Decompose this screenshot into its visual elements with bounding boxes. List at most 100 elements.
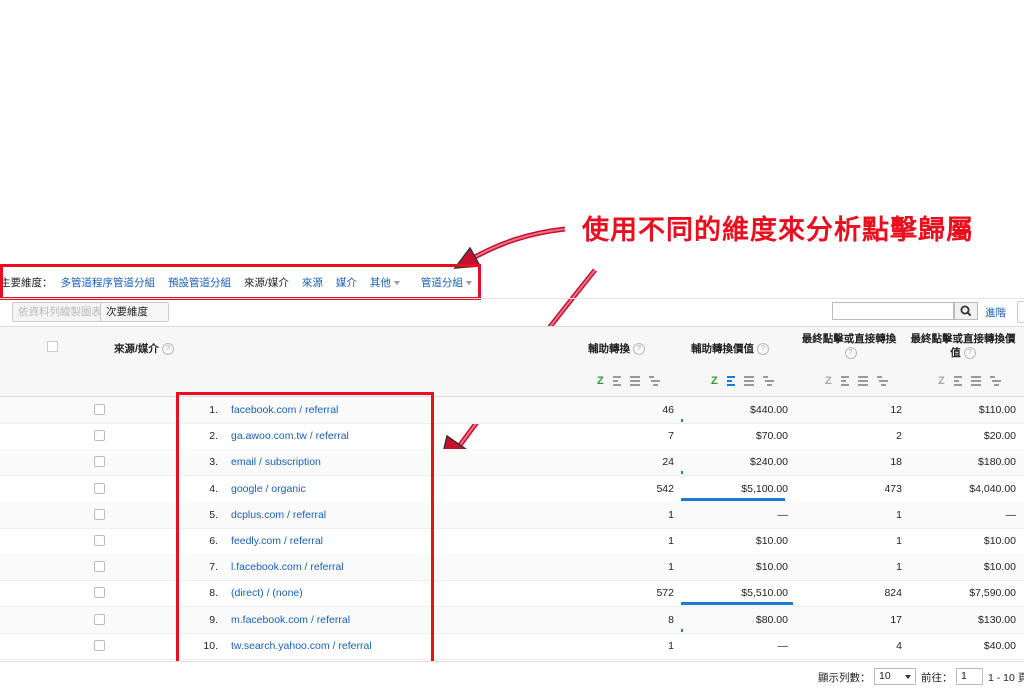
value-bar	[681, 628, 683, 632]
col-assisted-conversions-label: 輔助轉換	[588, 343, 630, 355]
col-last-click-value-label: 最終點擊或直接轉換價值	[910, 333, 1016, 359]
assisted-value: $240.00	[750, 456, 788, 469]
assisted-value: $80.00	[755, 613, 788, 626]
table-row: 3. email / subscription 24 $240.00 18 $180.00	[0, 449, 1024, 477]
assisted-conversions-value: 1	[668, 561, 674, 574]
rows-per-page-select[interactable]: 10	[874, 668, 916, 685]
view-toggle-button[interactable]	[1017, 301, 1024, 323]
sort-compare-icon[interactable]	[648, 376, 660, 386]
search-input[interactable]	[832, 302, 954, 320]
row-checkbox[interactable]	[94, 508, 105, 520]
sort-performance-icon[interactable]	[857, 376, 868, 386]
row-checkbox[interactable]	[94, 456, 105, 468]
secondary-dimension-select[interactable]: 次要維度	[100, 302, 169, 333]
last-click-value: $20.00	[983, 430, 1016, 443]
help-icon[interactable]: ?	[757, 343, 769, 356]
last-click-conversions: 473	[884, 482, 902, 495]
assisted-conversions-value: 24	[662, 456, 674, 469]
last-click-value: $4,040.00	[969, 482, 1016, 495]
sort-controls-assisted[interactable]: Z	[597, 375, 660, 387]
value-bar	[681, 471, 683, 475]
page-range: 1 - 10 頁	[988, 672, 1024, 684]
sort-z-icon[interactable]: Z	[825, 375, 832, 387]
last-click-conversions: 18	[890, 456, 902, 469]
col-source-medium[interactable]: 來源/媒介?	[114, 342, 174, 356]
last-click-value: $130.00	[978, 613, 1016, 626]
assisted-value: $5,100.00	[741, 482, 788, 495]
assisted-conversions-value: 7	[668, 430, 674, 443]
table-row: 9. m.facebook.com / referral 8 $80.00 17 $130…	[0, 606, 1024, 634]
last-click-value: $7,590.00	[969, 587, 1016, 600]
row-checkbox[interactable]	[94, 482, 105, 494]
sort-performance-icon[interactable]	[743, 376, 754, 386]
row-checkbox[interactable]	[94, 613, 105, 625]
sort-percent-icon[interactable]	[840, 376, 849, 386]
col-assisted-conversions[interactable]: 輔助轉換?	[588, 342, 645, 356]
row-checkbox[interactable]	[94, 587, 105, 599]
value-bar	[681, 497, 785, 501]
sort-z-icon[interactable]: Z	[711, 375, 718, 387]
col-assisted-value[interactable]: 輔助轉換價值?	[691, 342, 769, 356]
row-checkbox[interactable]	[94, 639, 105, 651]
last-click-conversions: 12	[890, 404, 902, 416]
chevron-down-icon	[905, 675, 911, 679]
table-row: 10. tw.search.yahoo.com / referral 1—4 $40.…	[0, 633, 1024, 660]
help-icon[interactable]: ?	[963, 347, 976, 360]
sort-percent-icon[interactable]	[953, 376, 962, 386]
sort-compare-icon[interactable]	[876, 376, 888, 386]
table-row: 2. ga.awoo.com.tw / referral 7 $70.00 2 $20.0…	[0, 423, 1024, 451]
value-bar	[681, 602, 793, 606]
help-icon[interactable]: ?	[844, 347, 857, 360]
assisted-value: $5,510.00	[741, 587, 788, 600]
col-assisted-value-label: 輔助轉換價值	[691, 343, 754, 355]
sort-compare-icon[interactable]	[989, 376, 1001, 386]
last-click-value: —	[1005, 508, 1017, 521]
last-click-value: $180.00	[978, 456, 1016, 469]
row-checkbox[interactable]	[94, 535, 105, 546]
annotation-box-rows	[176, 392, 434, 673]
last-click-value: $10.00	[983, 535, 1016, 547]
select-all-checkbox[interactable]	[47, 341, 58, 352]
assisted-conversions-value: 46	[662, 404, 674, 416]
sort-percent-icon[interactable]	[726, 376, 735, 386]
col-source-medium-label: 來源/媒介	[114, 343, 159, 355]
row-checkbox[interactable]	[94, 430, 105, 442]
table-row: 4. google / organic 542 $5,100.00 473 $4,040.…	[0, 476, 1024, 503]
assisted-value: —	[777, 639, 789, 652]
help-icon[interactable]: ?	[633, 343, 645, 356]
secondary-dimension-label: 次要維度	[106, 306, 148, 318]
row-checkbox[interactable]	[94, 404, 105, 415]
assisted-conversions-value: 1	[668, 508, 674, 521]
last-click-value: $10.00	[983, 561, 1016, 574]
sort-performance-icon[interactable]	[970, 376, 981, 386]
table-row: 7. l.facebook.com / referral 1 $10.00 1 $10.0…	[0, 554, 1024, 582]
sort-z-icon[interactable]: Z	[938, 375, 945, 387]
sort-percent-icon[interactable]	[612, 376, 621, 386]
sort-controls-last-click-value[interactable]: Z	[938, 375, 1001, 387]
search-button[interactable]	[954, 302, 978, 320]
sort-compare-icon[interactable]	[762, 376, 774, 386]
search-icon	[960, 305, 972, 317]
row-checkbox[interactable]	[94, 561, 105, 573]
col-last-click-label: 最終點擊或直接轉換	[801, 333, 897, 345]
arrow-to-dimensions	[463, 224, 566, 266]
annotation-box-dimensions	[0, 264, 481, 300]
assisted-value: $10.00	[755, 535, 788, 547]
col-last-click[interactable]: 最終點擊或直接轉換?	[796, 332, 902, 360]
col-last-click-value[interactable]: 最終點擊或直接轉換價值?	[910, 332, 1016, 360]
help-icon[interactable]: ?	[161, 343, 174, 356]
table-row: 6. feedly.com / referral 1 $10.00 1 $10.00	[0, 528, 1024, 555]
goto-page-input[interactable]: 1	[956, 668, 983, 685]
assisted-conversions-value: 1	[668, 535, 674, 547]
rows-per-page-value: 10	[879, 670, 891, 682]
last-click-conversions: 1	[896, 561, 902, 574]
advanced-link[interactable]: 進階	[985, 305, 1006, 320]
last-click-conversions: 2	[896, 430, 902, 443]
sort-z-icon[interactable]: Z	[597, 375, 604, 387]
sort-controls-last-click[interactable]: Z	[825, 375, 888, 387]
assisted-conversions-value: 1	[668, 639, 674, 652]
table-row: 8. (direct) / (none) 572 $5,510.00 824 $7,590…	[0, 580, 1024, 608]
sort-performance-icon[interactable]	[629, 376, 640, 386]
sort-controls-assisted-value[interactable]: Z	[711, 375, 774, 387]
plot-rows-button[interactable]: 依資料列繪製圖表	[12, 302, 108, 322]
